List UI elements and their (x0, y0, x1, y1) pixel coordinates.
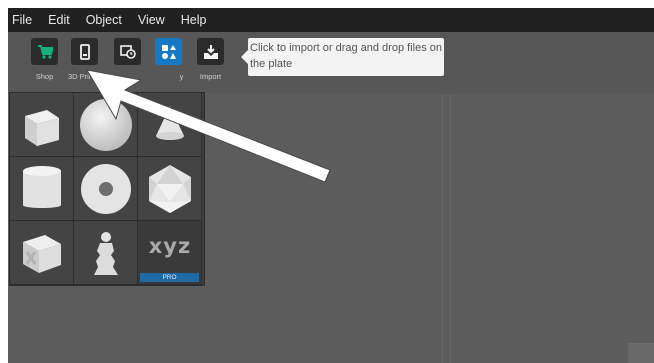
annotation-arrow (86, 69, 331, 183)
app-window: File Edit Object View Help Shop 3D Print… (8, 8, 654, 363)
